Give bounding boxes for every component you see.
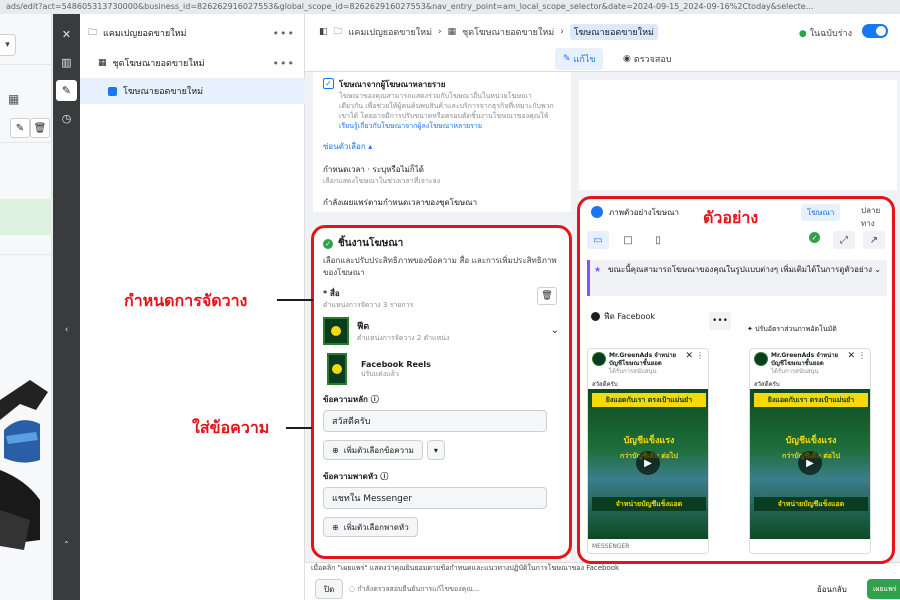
schedule-label: กำหนดเวลา · ระบุหรือไม่ก็ได้ (323, 165, 424, 174)
edit-icon[interactable]: ✎ (10, 118, 30, 138)
more-icon[interactable]: ••• (273, 57, 295, 70)
multi-advertiser-link[interactable]: เรียนรู้เกี่ยวกับโฆษณาจากผู้ลงโฆษณาหลายร… (339, 121, 554, 131)
webcam-figure-icon (0, 380, 48, 550)
url-text: ads/edit?act=548605313730000&business_id… (6, 2, 814, 11)
tree-item-label: ชุดโฆษณายอดขายใหม่ (112, 59, 205, 69)
grid-icon: ▦ (98, 58, 107, 68)
annotation-text: ใส่ข้อความ (192, 418, 270, 437)
ad-icon (108, 86, 117, 96)
back-button[interactable]: ย้อนกลับ (809, 579, 855, 599)
footer-bar: เมื่อคลิก "เผยแพร่" แสดงว่าคุณยินยอมตามข… (305, 562, 900, 600)
browser-url-bar[interactable]: ads/edit?act=548605313730000&business_id… (0, 0, 900, 14)
multi-advertiser-desc: โฆษณาของคุณสามารถแสดงร่วมกับโฆษณาอื่นในห… (339, 92, 554, 120)
schedule-card: ซ่อนตัวเลือก ▴ กำหนดเวลา · ระบุหรือไม่ก็… (313, 132, 571, 212)
trash-icon[interactable]: 🗑 (30, 118, 50, 138)
chevron-down-icon[interactable]: ▾ (0, 34, 16, 56)
folder-icon: 🗀 (88, 28, 98, 38)
tree-item-label: โฆษณายอดขายใหม่ (123, 87, 204, 97)
tree-item-label: แคมเปญยอดขายใหม่ (103, 29, 187, 39)
chevron-right-icon: › (560, 27, 564, 37)
grid-icon: ▦ (447, 27, 457, 37)
expand-icon[interactable]: ⌃ (56, 534, 77, 555)
spinner-icon: ◌ (349, 585, 356, 593)
schedule-desc: เลือกแสดงโฆษณาในช่วงเวลาที่เจาะจง (323, 177, 441, 185)
terms-text: เมื่อคลิก "เผยแพร่" แสดงว่าคุณยินยอมตามข… (311, 564, 620, 572)
grid-icon[interactable]: ▦ (8, 92, 19, 106)
annotation-line (286, 427, 312, 429)
tree-item-campaign[interactable]: 🗀 แคมเปญยอดขายใหม่ ••• (80, 20, 305, 46)
tab-edit[interactable]: ✎ แก้ไข (555, 48, 604, 70)
left-panel-row (0, 142, 52, 172)
close-button[interactable]: ปิด (315, 579, 344, 599)
tree-item-adset[interactable]: ▦ ชุดโฆษณายอดขายใหม่ ••• (80, 50, 305, 76)
vertical-toolbar: ✕ ▥ ✎ ◷ ‹ ⌃ (53, 14, 80, 600)
multi-advertiser-checkbox[interactable]: ✓ (323, 78, 334, 89)
sidebar-toggle-icon[interactable]: ◧ (319, 27, 328, 37)
preview-highlight-box (577, 196, 895, 564)
breadcrumb-campaign[interactable]: แคมเปญยอดขายใหม่ (349, 25, 432, 39)
multi-advertiser-title: โฆษณาจากผู้โฆษณาหลายราย (339, 80, 446, 89)
more-icon[interactable]: ••• (273, 27, 295, 40)
annotation-line (277, 299, 313, 301)
publish-button[interactable]: เผยแพร่ (867, 579, 900, 599)
draft-status: ● ในฉบับร่าง (798, 29, 852, 39)
clock-icon[interactable]: ◷ (56, 108, 77, 129)
empty-preview-panel (579, 80, 897, 190)
tab-review[interactable]: ◉ ตรวจสอบ (617, 48, 677, 70)
placement-highlight-box (311, 225, 572, 559)
folder-icon: 🗀 (333, 27, 343, 37)
breadcrumb-adset[interactable]: ชุดโฆษณายอดขายใหม่ (462, 25, 554, 39)
chart-icon[interactable]: ▥ (56, 52, 77, 73)
ad-toggle[interactable] (862, 24, 888, 38)
editor-header: ◧ 🗀 แคมเปญยอดขายใหม่ › ▦ ชุดโฆษณายอดขายใ… (305, 14, 900, 72)
left-panel-row (0, 254, 52, 284)
validation-status: ◌ กำลังตรวจสอบยืนยันการแก้ไขของคุณ... (349, 585, 480, 593)
left-panel-row (0, 64, 52, 94)
collapse-icon[interactable]: ‹ (56, 319, 77, 340)
chevron-right-icon: › (438, 27, 442, 37)
dot-icon: ● (798, 29, 807, 39)
pencil-icon[interactable]: ✎ (56, 80, 77, 101)
selected-row-highlight (0, 199, 52, 235)
breadcrumb: ◧ 🗀 แคมเปญยอดขายใหม่ › ▦ ชุดโฆษณายอดขายใ… (319, 24, 658, 40)
webcam-overlay (0, 370, 52, 570)
pencil-icon: ✎ (563, 54, 571, 64)
hide-options-link[interactable]: ซ่อนตัวเลือก ▴ (323, 140, 561, 153)
eye-icon: ◉ (623, 54, 631, 64)
annotation-placement: กำหนดการจัดวาง (124, 291, 248, 310)
close-icon[interactable]: ✕ (56, 24, 77, 45)
schedule-note: กำลังเผยแพร่ตามกำหนดเวลาของชุดโฆษณา (323, 198, 478, 207)
breadcrumb-ad[interactable]: โฆษณายอดขายใหม่ (569, 24, 658, 40)
annotation-preview: ตัวอย่าง (703, 208, 759, 227)
tree-item-ad[interactable]: โฆษณายอดขายใหม่ (80, 78, 305, 104)
